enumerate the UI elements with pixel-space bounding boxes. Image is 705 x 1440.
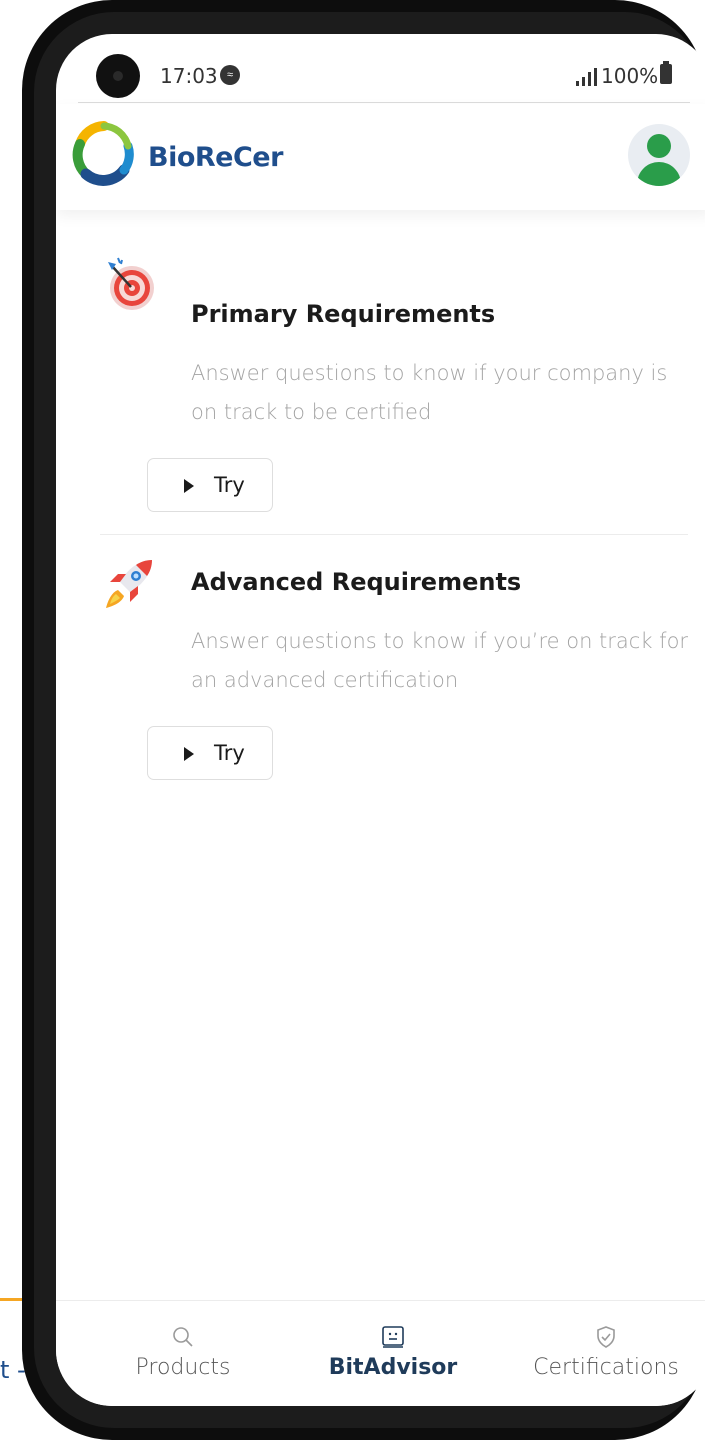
user-avatar[interactable]: [628, 124, 690, 186]
card-title: Advanced Requirements: [191, 568, 522, 596]
card-title: Primary Requirements: [191, 300, 496, 328]
card-description: Answer questions to know if your company…: [191, 361, 668, 424]
phone-frame: 17:03 ≈ 100% BioReCer Primary Requiremen…: [22, 0, 705, 1440]
try-button-advanced[interactable]: Try: [147, 726, 273, 780]
try-button-label: Try: [214, 473, 245, 497]
rocket-icon: [106, 560, 152, 608]
try-button-primary[interactable]: Try: [147, 458, 273, 512]
target-icon: [108, 257, 154, 310]
play-icon: [184, 479, 194, 493]
nav-label-bitadvisor: BitAdvisor: [328, 1355, 458, 1380]
app-screen: 17:03 ≈ 100% BioReCer Primary Requiremen…: [56, 34, 705, 1406]
shield-check-icon: [597, 1326, 615, 1348]
card-description: Answer questions to know if you’re on tr…: [191, 629, 689, 692]
front-camera: [96, 54, 140, 98]
status-bar: 17:03 ≈ 100%: [56, 34, 705, 104]
try-button-label: Try: [214, 741, 245, 765]
biorecer-logo-icon[interactable]: [72, 120, 136, 192]
nav-item-bitadvisor[interactable]: BitAdvisor: [316, 1301, 470, 1406]
battery-icon: [660, 61, 672, 84]
avatar-head: [647, 134, 671, 158]
advisor-icon: [382, 1326, 404, 1348]
bottom-navigation: Products BitAdvisor Certifications: [56, 1300, 705, 1406]
battery-percent: 100%: [601, 64, 659, 88]
status-time: 17:03: [160, 64, 218, 88]
nav-label-certifications: Certifications: [533, 1355, 679, 1380]
search-icon: [173, 1327, 193, 1347]
nav-item-certifications[interactable]: Certifications: [518, 1301, 694, 1406]
brand-name[interactable]: BioReCer: [148, 142, 283, 173]
card-divider: [100, 534, 688, 535]
play-icon: [184, 747, 194, 761]
avatar-body: [637, 162, 681, 186]
signal-icon: [576, 68, 597, 86]
status-divider: [78, 102, 690, 103]
spotify-icon: ≈: [220, 65, 240, 85]
nav-item-products[interactable]: Products: [116, 1301, 250, 1406]
app-header: BioReCer: [56, 104, 705, 210]
nav-label-products: Products: [135, 1355, 231, 1380]
